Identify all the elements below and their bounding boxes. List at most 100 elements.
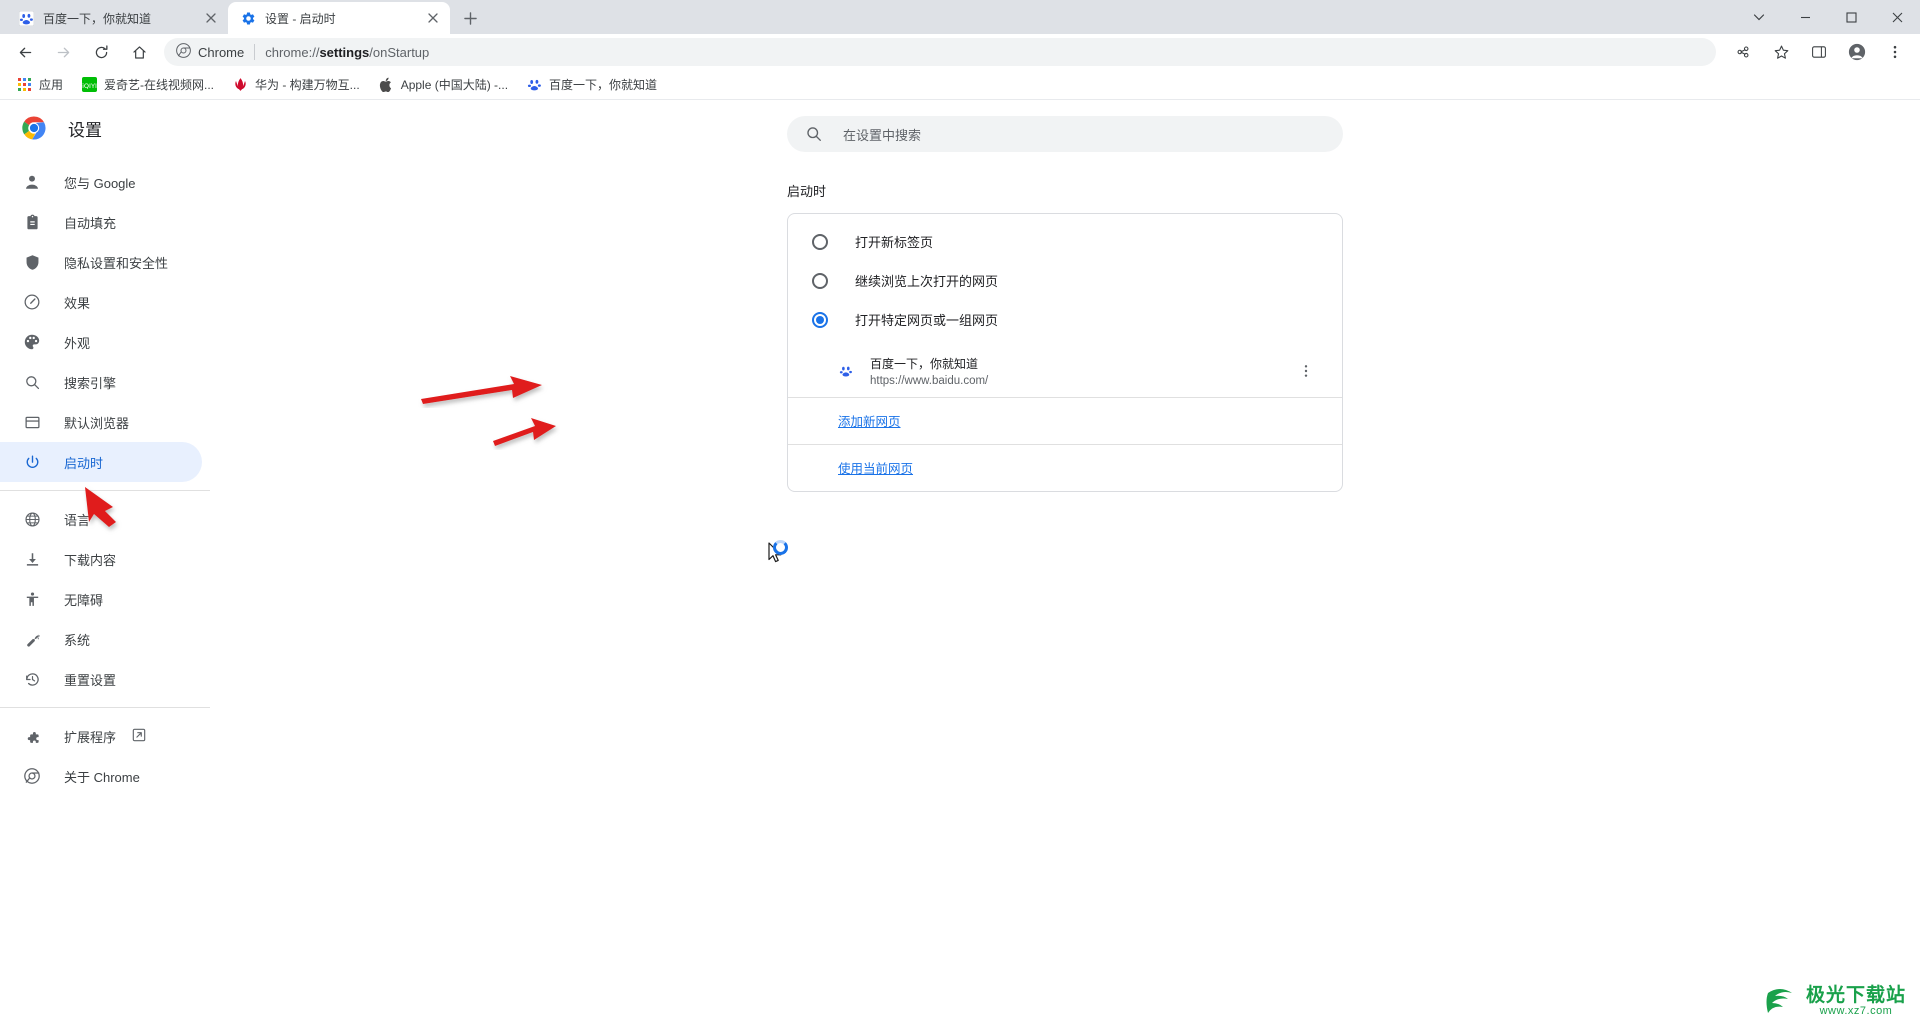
forward-arrow-icon[interactable] [48, 37, 78, 67]
sidebar-item-label: 重置设置 [64, 670, 116, 689]
globe-icon [22, 509, 42, 529]
wrench-icon [22, 629, 42, 649]
minimize-button[interactable] [1782, 0, 1828, 34]
radio-button[interactable] [812, 234, 828, 250]
three-dot-menu-icon[interactable] [1880, 37, 1910, 67]
chrome-logo [22, 116, 46, 140]
sidebar-item-label: 启动时 [64, 453, 103, 472]
sidebar-item-label: 您与 Google [64, 173, 136, 192]
close-window-button[interactable] [1874, 0, 1920, 34]
power-icon [22, 452, 42, 472]
radio-open-specific-pages[interactable]: 打开特定网页或一组网页 [788, 300, 1342, 339]
startup-site-text: 百度一下，你就知道 https://www.baidu.com/ [870, 355, 1294, 387]
reload-icon[interactable] [86, 37, 116, 67]
sidebar-item-languages[interactable]: 语言 [0, 499, 202, 539]
tab-search-icon[interactable] [1736, 0, 1782, 34]
new-tab-button[interactable] [456, 4, 484, 32]
sidebar-item-label: 效果 [64, 293, 90, 312]
chrome-chip-label: Chrome [198, 45, 244, 60]
star-icon[interactable] [1766, 37, 1796, 67]
bookmark-label: 百度一下，你就知道 [549, 76, 657, 93]
radio-open-new-tab[interactable]: 打开新标签页 [788, 222, 1342, 261]
radio-label: 继续浏览上次打开的网页 [855, 271, 998, 290]
sidebar-item-search-engine[interactable]: 搜索引擎 [0, 362, 202, 402]
radio-button-selected[interactable] [812, 312, 828, 328]
site-identity-chip[interactable]: Chrome [176, 43, 244, 61]
sidebar-item-default-browser[interactable]: 默认浏览器 [0, 402, 202, 442]
apple-icon [378, 77, 394, 93]
sidebar-item-performance[interactable]: 效果 [0, 282, 202, 322]
bookmark-apps[interactable]: 应用 [8, 73, 71, 97]
radio-continue-last-session[interactable]: 继续浏览上次打开的网页 [788, 261, 1342, 300]
person-icon [22, 172, 42, 192]
startup-options-card: 打开新标签页 继续浏览上次打开的网页 打开特定网页或一组网页 [787, 213, 1343, 492]
sidebar-item-privacy-security[interactable]: 隐私设置和安全性 [0, 242, 202, 282]
use-current-pages-row[interactable]: 使用当前网页 [788, 445, 1342, 491]
startup-site-url: https://www.baidu.com/ [870, 375, 1294, 387]
close-icon[interactable] [202, 9, 220, 27]
sidebar-item-label: 关于 Chrome [64, 767, 140, 786]
startup-site-row[interactable]: 百度一下，你就知道 https://www.baidu.com/ [788, 347, 1342, 398]
sidebar-item-label: 语言 [64, 510, 90, 529]
maximize-button[interactable] [1828, 0, 1874, 34]
sidebar-item-you-and-google[interactable]: 您与 Google [0, 162, 202, 202]
sidebar-item-autofill[interactable]: 自动填充 [0, 202, 202, 242]
sidebar-item-appearance[interactable]: 外观 [0, 322, 202, 362]
sidebar-item-accessibility[interactable]: 无障碍 [0, 579, 202, 619]
sidebar-item-label: 自动填充 [64, 213, 116, 232]
radio-label: 打开新标签页 [855, 232, 933, 251]
settings-main: 在设置中搜索 启动时 打开新标签页 继续浏览上次打开的网页 [210, 100, 1920, 1027]
bookmark-apple[interactable]: Apple (中国大陆) -... [370, 73, 516, 97]
three-dot-vertical-icon[interactable] [1294, 359, 1318, 383]
search-input[interactable]: 在设置中搜索 [787, 116, 1343, 152]
radio-label: 打开特定网页或一组网页 [855, 310, 998, 329]
puzzle-icon [22, 726, 42, 746]
browser-tab-baidu[interactable]: 百度一下，你就知道 [6, 2, 228, 34]
watermark-text: 极光下载站 www.xz7.com [1806, 986, 1906, 1017]
add-new-page-link[interactable]: 添加新网页 [838, 415, 901, 429]
sidebar-divider-1 [0, 490, 210, 491]
bookmark-label: 应用 [39, 76, 63, 93]
profile-avatar-icon[interactable] [1842, 37, 1872, 67]
side-panel-icon[interactable] [1804, 37, 1834, 67]
radio-button[interactable] [812, 273, 828, 289]
browser-window: 百度一下，你就知道 设置 - 启动时 [0, 0, 1920, 1027]
bookmark-huawei[interactable]: 华为 - 构建万物互... [224, 73, 368, 97]
svg-text:iQIYI: iQIYI [82, 82, 97, 90]
settings-brand: 设置 [0, 100, 210, 156]
close-icon[interactable] [424, 9, 442, 27]
sidebar-item-system[interactable]: 系统 [0, 619, 202, 659]
address-bar[interactable]: Chrome chrome://settings/onStartup [164, 38, 1716, 66]
chrome-icon [176, 43, 191, 61]
home-icon[interactable] [124, 37, 154, 67]
sidebar-item-downloads[interactable]: 下载内容 [0, 539, 202, 579]
watermark-sub: www.xz7.com [1806, 1006, 1906, 1018]
sidebar-item-about-chrome[interactable]: 关于 Chrome [0, 756, 202, 796]
bookmark-label: Apple (中国大陆) -... [401, 76, 508, 93]
settings-sidebar: 设置 您与 Google 自动填充 [0, 100, 210, 1027]
baidu-icon [838, 363, 854, 379]
watermark-main: 极光下载站 [1806, 986, 1906, 1006]
external-link-icon [132, 728, 148, 744]
settings-title: 设置 [68, 116, 102, 141]
shield-icon [22, 252, 42, 272]
huawei-icon [232, 77, 248, 93]
bookmark-baidu[interactable]: 百度一下，你就知道 [518, 73, 665, 97]
share-icon[interactable] [1728, 37, 1758, 67]
settings-page: 设置 您与 Google 自动填充 [0, 100, 1920, 1027]
sidebar-item-label: 默认浏览器 [64, 413, 129, 432]
use-current-pages-link[interactable]: 使用当前网页 [838, 462, 913, 476]
iqiyi-icon: iQIYI [81, 77, 97, 93]
search-icon [22, 372, 42, 392]
sidebar-item-on-startup[interactable]: 启动时 [0, 442, 202, 482]
sidebar-divider-2 [0, 707, 210, 708]
browser-tab-settings[interactable]: 设置 - 启动时 [228, 2, 450, 34]
bookmark-iqiyi[interactable]: iQIYI 爱奇艺-在线视频网... [73, 73, 222, 97]
sidebar-item-label: 系统 [64, 630, 90, 649]
baidu-icon [526, 77, 542, 93]
sidebar-item-extensions[interactable]: 扩展程序 [0, 716, 202, 756]
back-arrow-icon[interactable] [10, 37, 40, 67]
sidebar-item-reset-settings[interactable]: 重置设置 [0, 659, 202, 699]
add-new-page-row[interactable]: 添加新网页 [788, 398, 1342, 445]
clipboard-icon [22, 212, 42, 232]
